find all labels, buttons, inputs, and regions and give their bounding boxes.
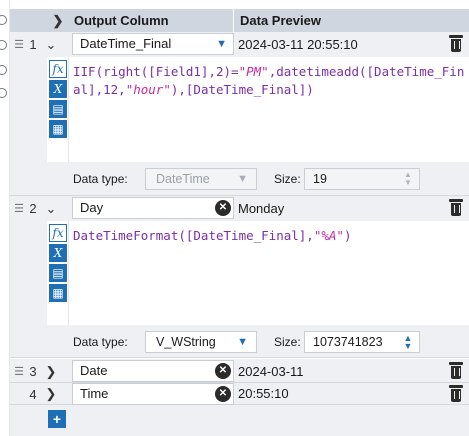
variable-x-icon[interactable]: X — [49, 244, 67, 262]
formula-row-3: ☰ 3 ❯ Date ✕ 2024-03-11 — [10, 359, 469, 383]
expression-string-literal: "hour" — [125, 82, 171, 97]
row-number: 2 — [29, 201, 37, 216]
drag-handle-icon[interactable]: ☰ — [12, 38, 26, 51]
config-icon[interactable] — [0, 40, 7, 50]
chevron-down-icon[interactable]: ▼ — [237, 332, 248, 352]
formula-row-2: ☰ 2 ⌄ Day ✕ Monday fx X ▤ ▦ DateTimeForm… — [10, 196, 469, 358]
output-column-value: Time — [80, 386, 109, 401]
expression-code: ) — [343, 228, 352, 243]
row-number: 3 — [29, 364, 37, 379]
output-column-dropdown[interactable]: DateTime_Final ▼ — [72, 33, 234, 55]
data-type-select[interactable]: V_WString ▼ — [145, 331, 257, 353]
delete-trash-icon[interactable] — [449, 199, 463, 216]
add-row-plus-icon[interactable]: + — [48, 410, 66, 428]
formula-row-1: ☰ 1 ⌄ DateTime_Final ▼ 2024-03-11 20:55:… — [10, 32, 469, 196]
size-spinner[interactable]: ▲ ▼ — [397, 332, 419, 352]
expression-code: ),[DateTime_Final]) — [170, 82, 314, 97]
add-row-bar: + — [10, 405, 469, 436]
data-preview-value: 2024-03-11 — [238, 364, 304, 379]
clear-x-icon[interactable]: ✕ — [215, 363, 231, 379]
left-toolbar-gutter — [0, 0, 10, 436]
save-icon[interactable]: ▦ — [49, 284, 67, 302]
arrow-icon[interactable] — [0, 65, 7, 75]
expand-chevron-icon[interactable]: ❯ — [40, 361, 62, 383]
expression-editor[interactable]: fx X ▤ ▦ DateTimeFormat([DateTime_Final]… — [47, 221, 469, 325]
size-input[interactable]: 1073741823 ▲ ▼ — [304, 331, 420, 353]
chevron-down-icon: ▼ — [237, 173, 248, 185]
size-label: Size: — [274, 172, 301, 186]
output-column-input[interactable]: Time ✕ — [72, 383, 234, 405]
delete-trash-icon[interactable] — [449, 35, 463, 52]
expression-text[interactable]: IIF(right([Field1],2)="PM",datetimeadd([… — [73, 63, 465, 99]
drag-handle-icon[interactable]: ☰ — [12, 365, 26, 378]
expression-toolbar: fx X ▤ ▦ — [47, 221, 69, 325]
delete-trash-icon[interactable] — [449, 362, 463, 379]
output-column-input[interactable]: Day ✕ — [72, 197, 234, 219]
fx-icon[interactable]: fx — [49, 60, 67, 78]
delete-trash-icon[interactable] — [449, 385, 463, 402]
collapse-chevron-icon[interactable]: ⌄ — [40, 34, 62, 56]
open-folder-icon[interactable]: ▤ — [49, 264, 67, 282]
output-column-value: DateTime_Final — [80, 36, 172, 51]
clear-x-icon[interactable]: ✕ — [215, 200, 231, 216]
data-type-label: Data type: — [73, 172, 128, 186]
variable-x-icon[interactable]: X — [49, 80, 67, 98]
clear-x-icon[interactable]: ✕ — [215, 386, 231, 402]
expression-text[interactable]: DateTimeFormat([DateTime_Final],"%A") — [73, 227, 465, 245]
expand-chevron-icon[interactable]: ❯ — [40, 383, 62, 405]
chevron-down-icon[interactable]: ▼ — [216, 34, 227, 54]
data-type-label: Data type: — [73, 335, 128, 349]
output-column-input[interactable]: Date ✕ — [72, 360, 234, 382]
row-number: 1 — [29, 37, 37, 52]
size-value: 19 — [313, 172, 327, 186]
data-preview-header[interactable]: Data Preview — [233, 9, 469, 32]
output-column-value: Date — [80, 363, 108, 378]
expression-string-literal: "PM" — [238, 64, 269, 79]
data-preview-value: 2024-03-11 20:55:10 — [238, 37, 358, 52]
type-bar: Data type: V_WString ▼ Size: 1073741823 … — [47, 327, 469, 357]
row-number: 4 — [29, 386, 37, 402]
expression-string-literal: "%A" — [313, 228, 344, 243]
size-value: 1073741823 — [313, 335, 383, 349]
expression-editor[interactable]: fx X ▤ ▦ IIF(right([Field1],2)="PM",date… — [47, 57, 469, 162]
output-column-value: Day — [80, 200, 104, 215]
drag-handle-icon[interactable]: ☰ — [12, 202, 26, 215]
open-folder-icon[interactable]: ▤ — [49, 100, 67, 118]
data-preview-value: Monday — [238, 201, 285, 216]
size-label: Size: — [274, 335, 301, 349]
save-icon[interactable]: ▦ — [49, 120, 67, 138]
grid-header: ❯ Output Column Data Preview — [10, 9, 469, 32]
data-type-value: DateTime — [156, 172, 210, 186]
type-bar: Data type: DateTime ▼ Size: 19 ▲ ▼ — [47, 164, 469, 194]
expression-toolbar: fx X ▤ ▦ — [47, 57, 69, 162]
expression-code: IIF(right([Field1],2)= — [73, 64, 239, 79]
output-column-header[interactable]: Output Column — [68, 13, 233, 28]
data-type-value: V_WString — [156, 335, 216, 349]
size-spinner: ▲ ▼ — [404, 170, 412, 187]
gear-icon[interactable] — [0, 15, 7, 25]
collapse-chevron-icon[interactable]: ⌄ — [40, 198, 62, 220]
expression-code: DateTimeFormat([DateTime_Final], — [73, 228, 314, 243]
info-icon[interactable] — [0, 88, 7, 98]
size-input: 19 ▲ ▼ — [304, 168, 420, 190]
data-preview-value: 20:55:10 — [238, 386, 289, 401]
fx-icon[interactable]: fx — [49, 224, 67, 242]
expand-all-chevron-icon[interactable]: ❯ — [48, 13, 68, 29]
formula-row-4: 4 ❯ Time ✕ 20:55:10 — [10, 383, 469, 405]
data-type-select: DateTime ▼ — [145, 168, 257, 190]
